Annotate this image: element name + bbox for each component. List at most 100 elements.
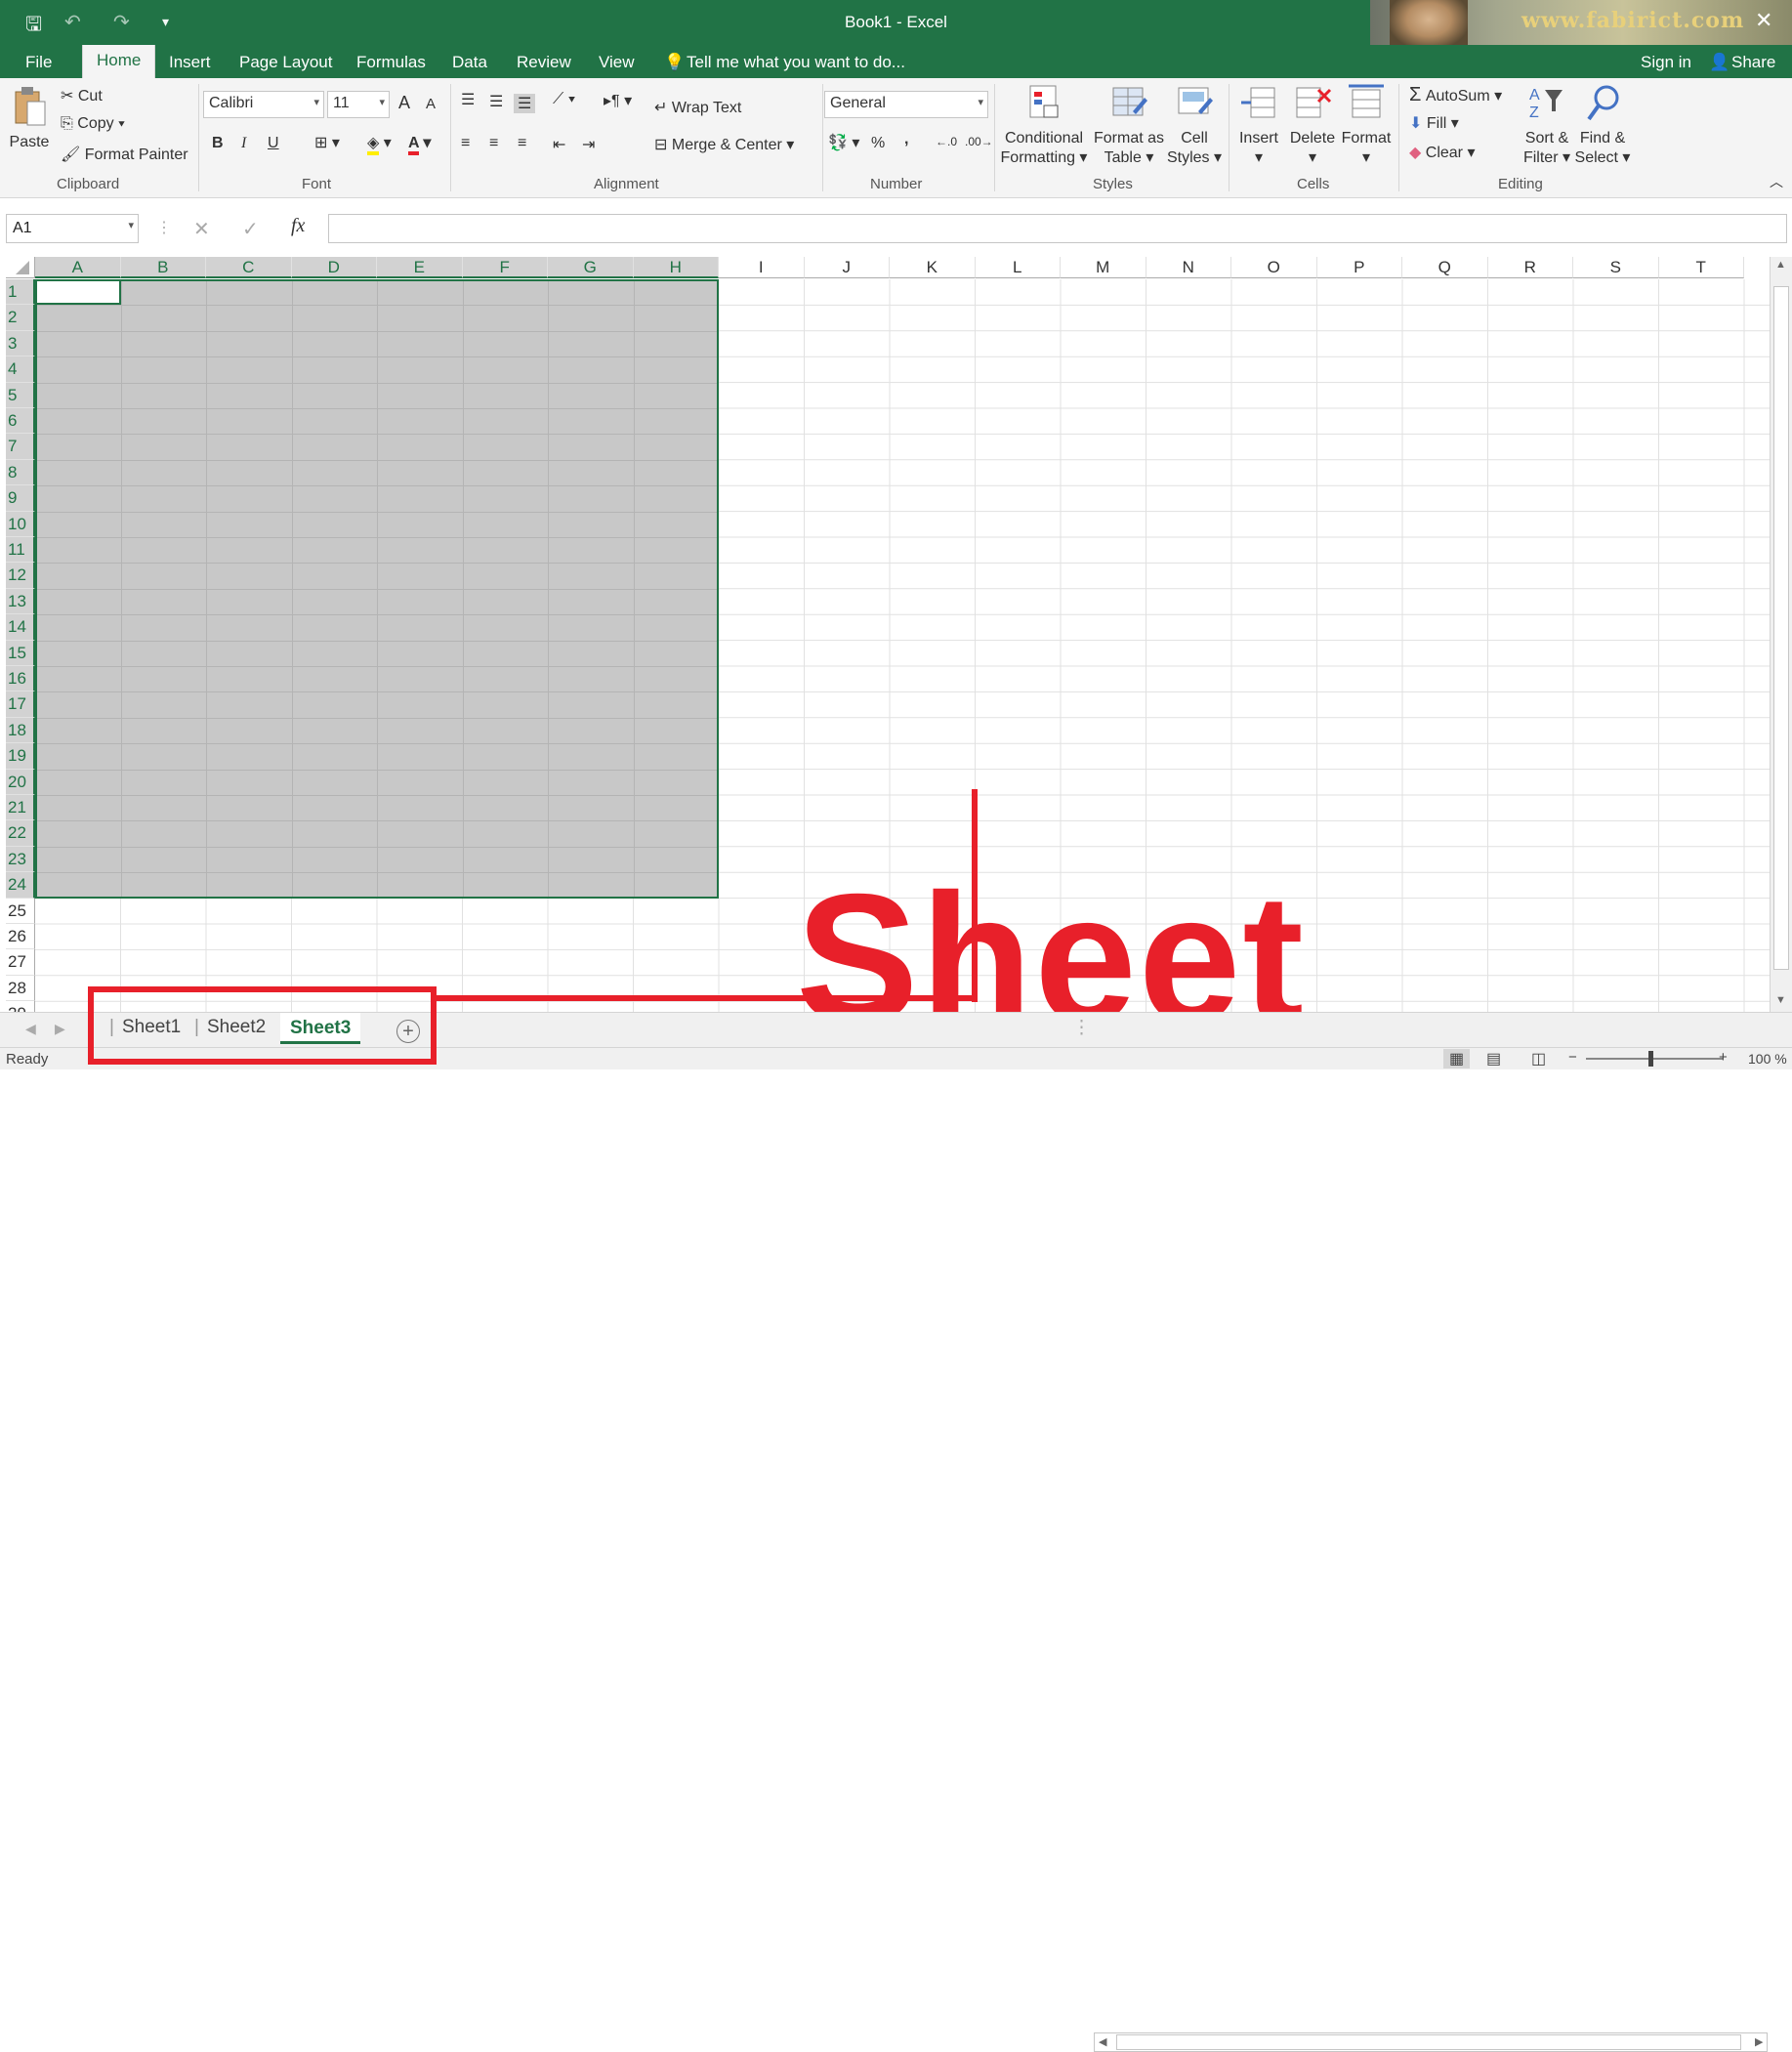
column-header-a[interactable]: A	[35, 257, 121, 278]
text-direction-button[interactable]: ▸¶ ▾	[604, 91, 632, 110]
insert-function-button[interactable]: fx	[291, 215, 305, 237]
format-painter-button[interactable]: 🖌 Format Painter	[61, 145, 188, 164]
column-header-q[interactable]: Q	[1402, 257, 1488, 278]
normal-view-icon[interactable]: ▦	[1443, 1049, 1471, 1068]
split-handle-icon[interactable]: ⋮	[1072, 1017, 1091, 1039]
column-header-r[interactable]: R	[1487, 257, 1573, 278]
font-color-button[interactable]: A ▾	[408, 133, 431, 155]
accounting-format-button[interactable]: 💱 ▾	[828, 133, 859, 152]
top-align-button[interactable]: ☰	[461, 90, 475, 109]
row-header-27[interactable]: 27	[6, 949, 35, 976]
sort-filter-button[interactable]: AZ Sort & Filter ▾	[1520, 84, 1574, 168]
column-header-e[interactable]: E	[377, 257, 463, 278]
cancel-icon[interactable]: ✕	[193, 217, 210, 241]
row-header-28[interactable]: 28	[6, 975, 35, 1002]
row-header-10[interactable]: 10	[6, 511, 35, 537]
percent-button[interactable]: %	[871, 135, 885, 152]
share-button[interactable]: Share	[1731, 53, 1775, 72]
format-cells-button[interactable]: Format ▾	[1340, 84, 1393, 168]
row-header-13[interactable]: 13	[6, 588, 35, 615]
underline-button[interactable]: U	[268, 135, 279, 152]
horizontal-scrollbar[interactable]: ◀ ▶	[1094, 2032, 1768, 2052]
zoom-in-icon[interactable]: +	[1719, 1049, 1728, 1066]
close-icon[interactable]: ✕	[1755, 8, 1772, 33]
row-header-11[interactable]: 11	[6, 537, 35, 564]
zoom-slider[interactable]	[1586, 1058, 1723, 1060]
column-header-b[interactable]: B	[120, 257, 206, 278]
fill-color-button[interactable]: ◈ ▾	[367, 133, 392, 155]
comma-button[interactable]: ,	[904, 131, 908, 148]
vertical-scroll-thumb[interactable]	[1773, 286, 1789, 970]
tab-file[interactable]: File	[25, 53, 52, 72]
italic-button[interactable]: I	[241, 135, 246, 152]
find-select-button[interactable]: Find & Select ▾	[1574, 84, 1631, 168]
row-header-8[interactable]: 8	[6, 459, 35, 486]
tab-view[interactable]: View	[599, 53, 635, 72]
row-header-19[interactable]: 19	[6, 743, 35, 770]
shrink-font-button[interactable]: A	[426, 96, 436, 112]
formula-input[interactable]	[328, 214, 1787, 243]
column-header-o[interactable]: O	[1231, 257, 1317, 278]
row-header-6[interactable]: 6	[6, 408, 35, 435]
selected-range[interactable]	[35, 279, 719, 899]
scroll-up-icon[interactable]: ▲	[1775, 259, 1786, 271]
insert-cells-button[interactable]: Insert ▾	[1232, 84, 1285, 168]
align-center-button[interactable]: ≡	[489, 135, 498, 152]
row-header-3[interactable]: 3	[6, 330, 35, 357]
row-header-20[interactable]: 20	[6, 769, 35, 795]
row-header-5[interactable]: 5	[6, 382, 35, 408]
align-right-button[interactable]: ≡	[518, 135, 526, 152]
row-header-25[interactable]: 25	[6, 898, 35, 924]
copy-button[interactable]: ⎘ Copy ▾	[61, 115, 125, 133]
clear-button[interactable]: ◆ Clear ▾	[1409, 143, 1475, 162]
column-header-l[interactable]: L	[975, 257, 1061, 278]
row-header-2[interactable]: 2	[6, 305, 35, 331]
tab-insert[interactable]: Insert	[169, 53, 211, 72]
row-header-1[interactable]: 1	[6, 279, 35, 306]
align-left-button[interactable]: ≡	[461, 135, 470, 152]
column-header-c[interactable]: C	[206, 257, 292, 278]
select-all-button[interactable]	[6, 257, 35, 278]
tab-formulas[interactable]: Formulas	[356, 53, 426, 72]
column-header-h[interactable]: H	[633, 257, 719, 278]
wrap-text-button[interactable]: ↵ Wrap Text	[654, 98, 741, 117]
orientation-button[interactable]: ⟋ ▾	[553, 91, 575, 108]
decrease-decimal-button[interactable]: .00→	[965, 135, 993, 148]
autosum-button[interactable]: Σ AutoSum ▾	[1409, 84, 1502, 106]
row-header-16[interactable]: 16	[6, 666, 35, 692]
row-header-23[interactable]: 23	[6, 846, 35, 873]
row-header-22[interactable]: 22	[6, 820, 35, 847]
row-header-24[interactable]: 24	[6, 872, 35, 899]
zoom-slider-thumb[interactable]	[1648, 1051, 1653, 1067]
row-header-14[interactable]: 14	[6, 614, 35, 641]
row-header-4[interactable]: 4	[6, 356, 35, 383]
tab-data[interactable]: Data	[452, 53, 487, 72]
tell-me-search[interactable]: Tell me what you want to do...	[687, 53, 905, 72]
borders-button[interactable]: ⊞ ▾	[314, 133, 340, 152]
row-header-7[interactable]: 7	[6, 434, 35, 460]
page-layout-view-icon[interactable]: ▤	[1486, 1049, 1501, 1068]
page-break-view-icon[interactable]: ◫	[1531, 1049, 1546, 1068]
conditional-formatting-button[interactable]: Conditional Formatting ▾	[998, 84, 1090, 168]
cut-button[interactable]: ✂ Cut	[61, 86, 103, 105]
bottom-align-button[interactable]: ☰	[514, 94, 536, 113]
paste-button[interactable]: Paste	[8, 84, 51, 152]
horizontal-scroll-thumb[interactable]	[1116, 2034, 1741, 2050]
column-header-g[interactable]: G	[548, 257, 634, 278]
row-header-15[interactable]: 15	[6, 640, 35, 666]
row-header-21[interactable]: 21	[6, 795, 35, 821]
spreadsheet-grid[interactable]: ABCDEFGHIJKLMNOPQRST 1 2 3 4 5 6 7 8 9 10 11 12 13 14…	[0, 257, 1792, 1012]
font-size-select[interactable]: 11	[327, 91, 390, 118]
increase-indent-button[interactable]: ⇥	[582, 135, 595, 154]
tab-review[interactable]: Review	[517, 53, 571, 72]
column-header-n[interactable]: N	[1146, 257, 1231, 278]
grow-font-button[interactable]: A	[398, 93, 410, 113]
middle-align-button[interactable]: ☰	[489, 92, 503, 111]
row-header-18[interactable]: 18	[6, 717, 35, 744]
row-header-29[interactable]: 29	[6, 1001, 35, 1012]
tab-page-layout[interactable]: Page Layout	[239, 53, 332, 72]
column-header-k[interactable]: K	[890, 257, 976, 278]
scroll-down-icon[interactable]: ▼	[1775, 994, 1786, 1006]
enter-icon[interactable]: ✓	[242, 217, 259, 241]
column-header-s[interactable]: S	[1573, 257, 1659, 278]
